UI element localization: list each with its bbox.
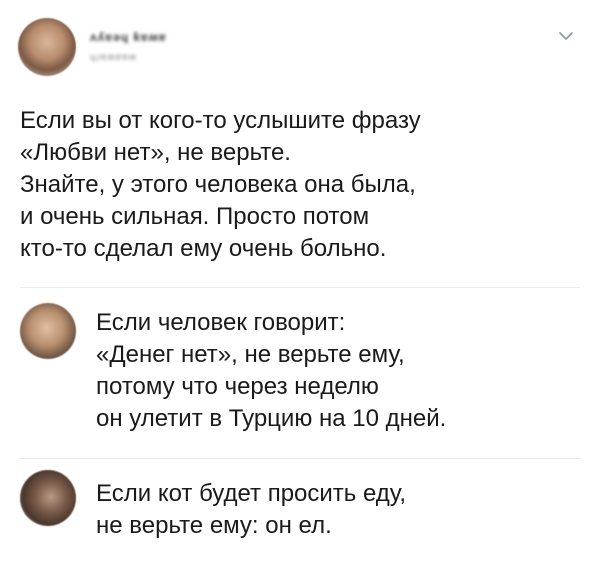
reply-text: Если кот будет просить еду, не верьте ем… [96,480,407,539]
tweet-text: Если вы от кого-то услышите фразу «Любви… [20,107,421,262]
reply-avatar[interactable] [20,303,76,359]
chevron-down-icon [558,30,574,42]
reply-text: Если человек говорит: «Денег нет», не ве… [96,309,447,432]
reply-avatar[interactable] [20,470,76,526]
author-handle[interactable]: ɥɹɐʍɐɐʍ [90,52,137,63]
divider [20,287,580,288]
more-options-button[interactable] [558,30,574,42]
author-avatar[interactable] [18,18,76,76]
divider [20,458,580,459]
author-name[interactable]: ʌʎɐǝɥ ƙɐʍɐ [90,30,167,44]
